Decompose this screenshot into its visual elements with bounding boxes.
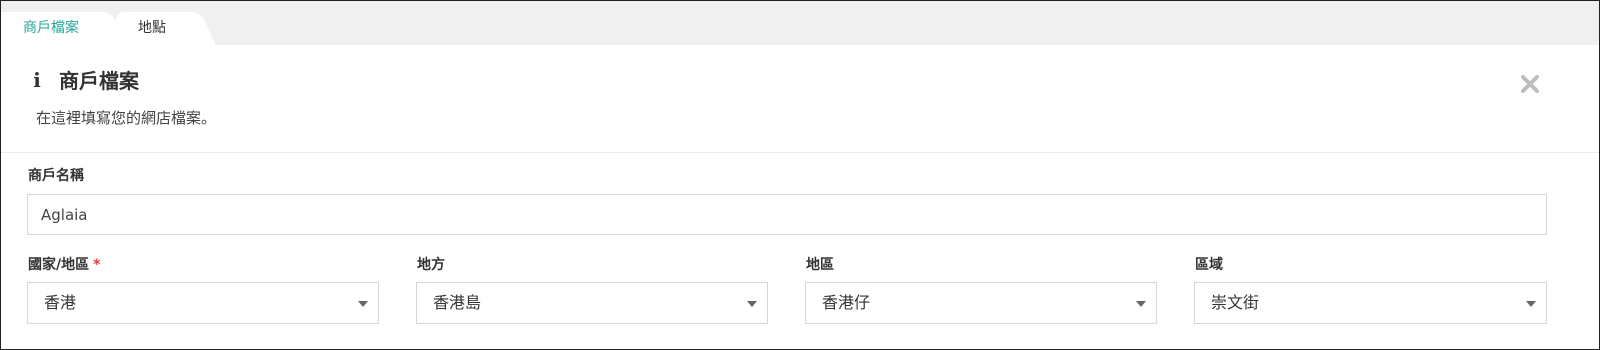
merchant-name-label: 商戶名稱: [28, 168, 84, 184]
country-label-text: 國家/地區: [28, 257, 90, 273]
required-mark: *: [93, 257, 101, 273]
merchant-profile-panel: 商戶檔案 地點 i 商戶檔案 在這裡填寫您的網店檔案。 商戶名稱 國家/地區* …: [0, 0, 1600, 350]
area-label: 區域: [1195, 257, 1223, 273]
tab-merchant-profile-label: 商戶檔案: [23, 20, 79, 36]
tab-location[interactable]: 地點: [116, 12, 198, 45]
area-select[interactable]: 崇文街: [1194, 282, 1547, 324]
country-select-value: 香港: [44, 293, 77, 312]
district-select-value: 香港仔: [822, 293, 871, 312]
merchant-name-input[interactable]: [27, 194, 1547, 235]
district-select[interactable]: 香港仔: [805, 282, 1157, 324]
tab-location-label: 地點: [138, 20, 166, 36]
info-icon: i: [33, 68, 41, 92]
locality-select[interactable]: 香港島: [416, 282, 768, 324]
tab-bar: 商戶檔案 地點: [1, 1, 1599, 45]
page-subtitle: 在這裡填寫您的網店檔案。: [36, 109, 217, 127]
district-label: 地區: [806, 257, 834, 273]
tab-merchant-profile[interactable]: 商戶檔案: [1, 12, 109, 45]
country-label: 國家/地區 *: [28, 255, 100, 275]
locality-select-value: 香港島: [433, 293, 482, 312]
locality-label: 地方: [417, 257, 445, 273]
chevron-down-icon: [1526, 301, 1536, 307]
close-icon[interactable]: [1519, 73, 1541, 95]
chevron-down-icon: [1136, 301, 1146, 307]
area-select-value: 崇文街: [1211, 293, 1260, 312]
chevron-down-icon: [358, 301, 368, 307]
chevron-down-icon: [747, 301, 757, 307]
panel-header: [1, 45, 1599, 153]
country-select[interactable]: 香港: [27, 282, 379, 324]
page-title: 商戶檔案: [59, 69, 139, 93]
